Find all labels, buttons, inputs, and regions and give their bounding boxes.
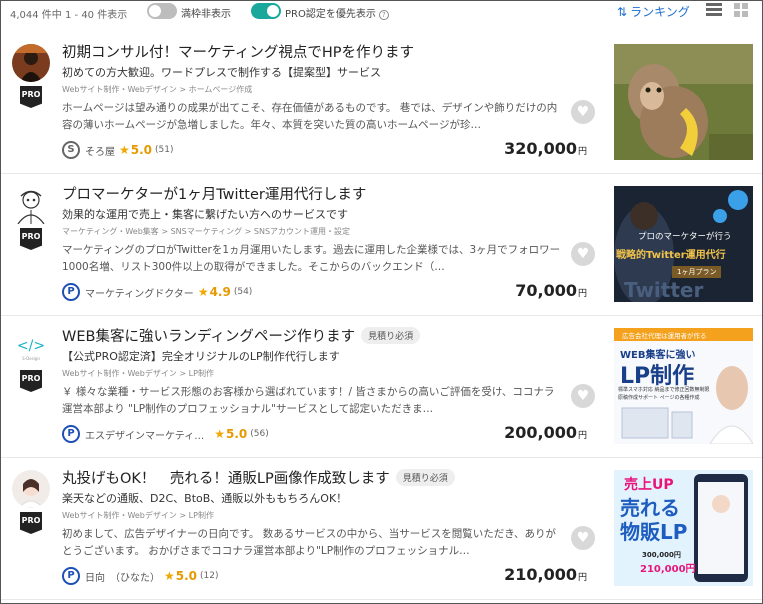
rating-value: 5.0	[175, 569, 198, 583]
seller-name[interactable]: マーケティングドクター	[85, 285, 194, 300]
star-icon: ★	[214, 427, 225, 441]
listing-thumbnail[interactable]: 売上UP 売れる 物販LP 300,000円 210,000円	[614, 470, 753, 586]
star-icon: ★	[197, 285, 209, 299]
breadcrumb: Webサイト制作・Webデザイン > ホームページ作成	[62, 85, 253, 94]
review-count: (12)	[200, 571, 219, 581]
rating-value: 5.0	[225, 427, 248, 441]
seller-info: P 日向 （ひなた） ★ 5.0 (12)	[62, 567, 219, 585]
pro-badge: PRO	[20, 512, 42, 534]
seller-name[interactable]: エスデザインマーケティ…	[85, 427, 204, 442]
seller-avatar[interactable]	[12, 470, 50, 508]
estimate-required-badge: 見積り必須	[361, 327, 421, 344]
pro-badge: PRO	[20, 370, 42, 392]
hide-full-toggle[interactable]	[147, 3, 177, 19]
thumb-caption: 210,000円	[640, 564, 696, 575]
toggle-knob	[149, 5, 161, 17]
svg-text:</>: </>	[17, 338, 45, 354]
rating-value: 5.0	[130, 143, 153, 157]
breadcrumb: Webサイト制作・Webデザイン > LP制作	[62, 369, 214, 378]
review-count: (51)	[155, 145, 174, 155]
list-view-icon[interactable]	[706, 3, 722, 17]
favorite-heart-icon[interactable]: ♥	[571, 384, 595, 408]
thumb-caption: 戦略的Twitter運用代行	[616, 250, 726, 261]
price: 210,000円	[504, 565, 587, 584]
pro-badge: PRO	[20, 86, 42, 108]
favorite-heart-icon[interactable]: ♥	[571, 100, 595, 124]
price: 320,000円	[504, 139, 587, 158]
listing-title[interactable]: プロマーケターが1ヶ月Twitter運用代行します	[62, 183, 366, 204]
listing-subtitle: 初めての方大歓迎。ワードプレスで制作する【提案型】サービス	[62, 66, 381, 79]
ranking-sort-link[interactable]: ⇅ ランキング	[617, 3, 690, 20]
toggle-knob	[267, 5, 279, 17]
star-icon: ★	[164, 569, 175, 583]
listing-subtitle: 【公式PRO認定済】完全オリジナルのLP制作代行します	[62, 350, 340, 363]
listing-thumbnail[interactable]: プロのマーケターが行う 戦略的Twitter運用代行 1ヶ月プラン Twitte…	[614, 186, 753, 302]
listing-thumbnail[interactable]: 広告会社代理は運用者が作る WEB集客に強い LP制作 標準スマホ対応 納品まで…	[614, 328, 753, 444]
review-count: (54)	[233, 287, 253, 297]
sort-arrows-icon: ⇅	[617, 5, 628, 19]
thumb-caption: 1ヶ月プラン	[672, 266, 722, 278]
thumb-caption: 物販LP	[620, 520, 688, 544]
listing-description: マーケティングのプロがTwitterを1ヵ月運用いたします。過去に運用した企業様…	[62, 244, 561, 273]
seller-rank-icon: S	[62, 141, 80, 159]
breadcrumb: Webサイト制作・Webデザイン > LP制作	[62, 511, 214, 520]
rating-value: 4.9	[209, 285, 231, 299]
seller-avatar[interactable]: </> S-Design	[12, 328, 50, 366]
listing-title[interactable]: WEB集客に強いランディングページ作ります 見積り必須	[62, 325, 421, 346]
listing-thumbnail[interactable]	[614, 44, 753, 160]
star-icon: ★	[119, 143, 130, 157]
seller-name[interactable]: そろ屋	[85, 143, 115, 158]
favorite-heart-icon[interactable]: ♥	[571, 242, 595, 266]
listing-subtitle: 楽天などの通販、D2C、BtoB、通販以外ももちろんOK！	[62, 492, 348, 505]
listing-description: ホームページは望み通りの成果が出てこそ、存在価値があるものです。 巷では、デザイ…	[62, 102, 558, 131]
grid-view-icon[interactable]	[734, 3, 748, 17]
pro-badge: PRO	[20, 228, 42, 250]
thumb-caption: 300,000円	[642, 551, 681, 559]
listing-subtitle: 効果的な運用で売上・集客に繋げたい方へのサービスです	[62, 208, 348, 221]
seller-info: P エスデザインマーケティ… ★ 5.0 (56)	[62, 425, 269, 443]
thumb-caption: 売上UP	[624, 477, 674, 493]
seller-info: S そろ屋 ★ 5.0 (51)	[62, 141, 174, 159]
results-toolbar: 4,044 件中 1 - 40 件表示 満枠非表示 PRO認定を優先表示? ⇅ ラ…	[1, 1, 762, 23]
listing-description: ￥ 様々な業種・サービス形態のお客様から選ばれています！/ 皆さまからの高いご評…	[62, 386, 555, 415]
listing-title[interactable]: 初期コンサル付！マーケティング視点でHPを作ります	[62, 41, 414, 62]
price: 200,000円	[504, 423, 587, 442]
svg-text:S-Design: S-Design	[22, 356, 40, 361]
seller-rank-icon: P	[62, 283, 80, 301]
breadcrumb: マーケティング・Web集客 > SNSマーケティング > SNSアカウント運用・…	[62, 227, 351, 236]
listing-card[interactable]: PRO 初期コンサル付！マーケティング視点でHPを作ります 初めての方大歓迎。ワ…	[1, 34, 762, 174]
pro-priority-label: PRO認定を優先表示?	[285, 5, 389, 20]
hide-full-label: 満枠非表示	[181, 9, 231, 20]
thumb-caption: Twitter	[624, 278, 704, 302]
seller-rank-icon: P	[62, 425, 80, 443]
listing-card[interactable]: PRO 丸投げもOK！ 売れる！通販LP画像作成致します 見積り必須 楽天などの通…	[1, 460, 762, 600]
seller-info: P マーケティングドクター ★ 4.9 (54)	[62, 283, 252, 301]
result-count: 4,044 件中 1 - 40 件表示	[10, 10, 128, 21]
seller-rank-icon: P	[62, 567, 80, 585]
listing-card[interactable]: PRO プロマーケターが1ヶ月Twitter運用代行します 効果的な運用で売上・…	[1, 176, 762, 316]
thumb-caption: プロのマーケターが行う	[638, 232, 732, 242]
help-icon[interactable]: ?	[378, 10, 389, 20]
estimate-required-badge: 見積り必須	[395, 469, 455, 486]
price: 70,000円	[515, 281, 587, 300]
favorite-heart-icon[interactable]: ♥	[571, 526, 595, 550]
listing-description: 初めまして、広告デザイナーの日向です。 数あるサービスの中から、当サービスを閲覧…	[62, 528, 557, 557]
seller-avatar[interactable]	[12, 44, 50, 82]
seller-avatar[interactable]	[12, 186, 50, 224]
listing-card[interactable]: </> S-Design PRO WEB集客に強いランディングページ作ります 見積り…	[1, 318, 762, 458]
pro-priority-toggle[interactable]	[251, 3, 281, 19]
review-count: (56)	[250, 429, 269, 439]
listing-title[interactable]: 丸投げもOK！ 売れる！通販LP画像作成致します 見積り必須	[62, 467, 455, 488]
seller-name[interactable]: 日向 （ひなた）	[85, 569, 160, 584]
